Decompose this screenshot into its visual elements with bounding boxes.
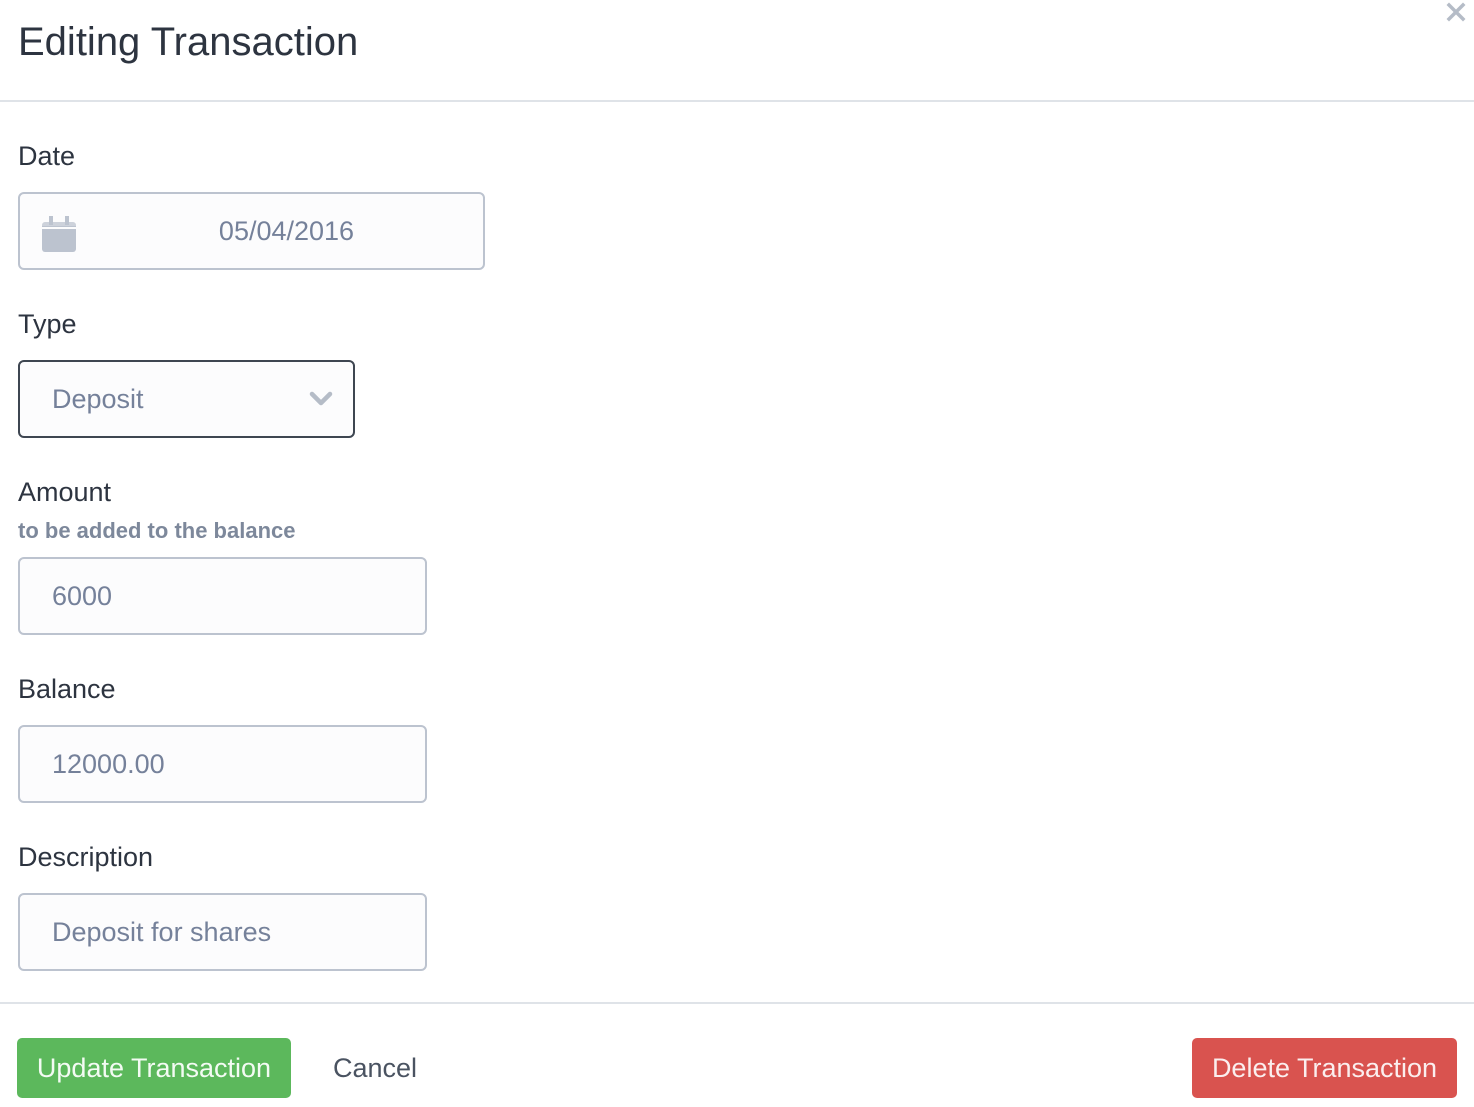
amount-label: Amount <box>18 477 112 507</box>
close-button[interactable] <box>1444 0 1468 24</box>
balance-input[interactable]: 12000.00 <box>18 725 427 803</box>
description-input[interactable]: Deposit for shares <box>18 893 427 971</box>
modal-header: Editing Transaction <box>0 0 1474 102</box>
type-label: Type <box>18 309 77 339</box>
description-value: Deposit for shares <box>52 916 272 947</box>
amount-input[interactable]: 6000 <box>18 557 427 635</box>
amount-value: 6000 <box>52 580 113 611</box>
type-select[interactable]: Deposit <box>18 360 355 438</box>
type-selected-value: Deposit <box>52 383 144 414</box>
balance-value: 12000.00 <box>52 748 165 779</box>
amount-help-text: to be added to the balance <box>18 518 296 543</box>
date-label: Date <box>18 141 76 171</box>
close-icon <box>1446 2 1466 22</box>
delete-transaction-button[interactable]: Delete Transaction <box>1192 1038 1457 1098</box>
cancel-button[interactable]: Cancel <box>310 1038 440 1098</box>
balance-label: Balance <box>18 674 116 704</box>
chevron-down-icon <box>309 391 333 406</box>
update-transaction-button[interactable]: Update Transaction <box>17 1038 291 1098</box>
description-label: Description <box>18 842 154 872</box>
date-value: 05/04/2016 <box>218 215 355 246</box>
date-input[interactable]: 05/04/2016 <box>18 192 485 270</box>
modal-footer: Update Transaction Cancel Delete Transac… <box>0 1002 1474 1107</box>
modal-title: Editing Transaction <box>18 20 359 64</box>
